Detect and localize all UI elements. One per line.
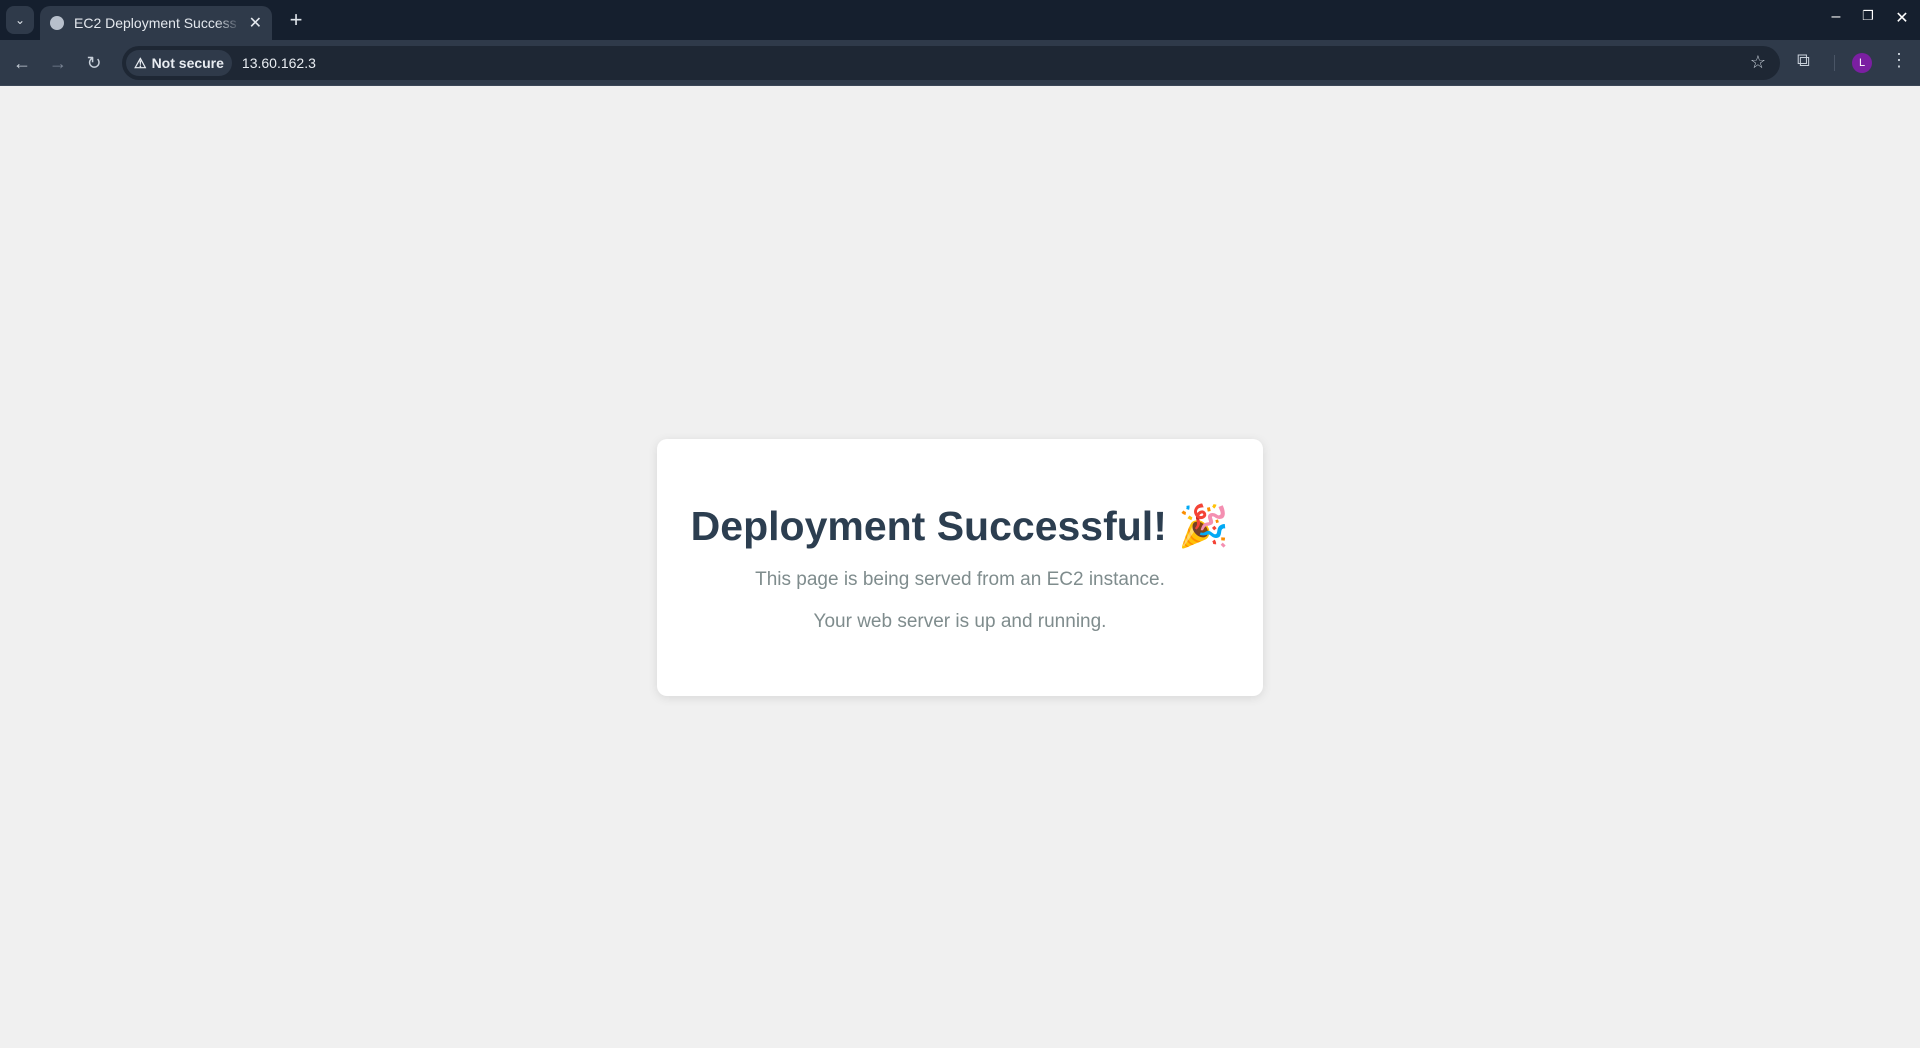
globe-icon (50, 16, 64, 30)
message-card: Deployment Successful! 🎉 This page is be… (657, 439, 1263, 696)
minimize-button[interactable]: – (1824, 8, 1848, 26)
back-icon[interactable]: ← (10, 51, 34, 75)
divider (1834, 55, 1835, 71)
chevron-down-icon: ⌄ (14, 13, 26, 27)
warning-icon: ⚠ (134, 54, 147, 71)
tab-active[interactable]: EC2 Deployment Success ✕ (40, 6, 272, 40)
status-text: Your web server is up and running. (813, 611, 1107, 632)
served-text: This page is being served from an EC2 in… (755, 569, 1165, 590)
close-window-button[interactable]: ✕ (1890, 8, 1914, 28)
forward-icon[interactable]: → (46, 51, 70, 75)
tab-strip: ⌄ EC2 Deployment Success ✕ + – ❐ ✕ (0, 0, 1920, 40)
new-tab-button[interactable]: + (282, 6, 310, 34)
extensions-icon[interactable]: ⧉ (1797, 50, 1810, 71)
security-label: Not secure (151, 55, 224, 71)
more-icon[interactable]: ⋮ (1890, 50, 1908, 71)
url-text[interactable]: 13.60.162.3 (242, 55, 316, 71)
plus-icon: + (289, 7, 303, 32)
close-icon[interactable]: ✕ (249, 13, 262, 33)
page-title: Deployment Successful! 🎉 (690, 503, 1230, 549)
security-chip[interactable]: ⚠ Not secure (126, 50, 232, 76)
reload-icon[interactable]: ↻ (82, 51, 106, 75)
star-icon[interactable]: ☆ (1750, 52, 1766, 73)
tab-title: EC2 Deployment Success (74, 15, 237, 31)
tab-search-button[interactable]: ⌄ (6, 6, 34, 34)
toolbar: ← → ↻ ⚠ Not secure 13.60.162.3 ☆ (0, 40, 1920, 86)
avatar[interactable]: L (1852, 53, 1872, 73)
restore-button[interactable]: ❐ (1856, 8, 1880, 24)
address-bar[interactable]: ⚠ Not secure 13.60.162.3 ☆ (122, 46, 1780, 80)
